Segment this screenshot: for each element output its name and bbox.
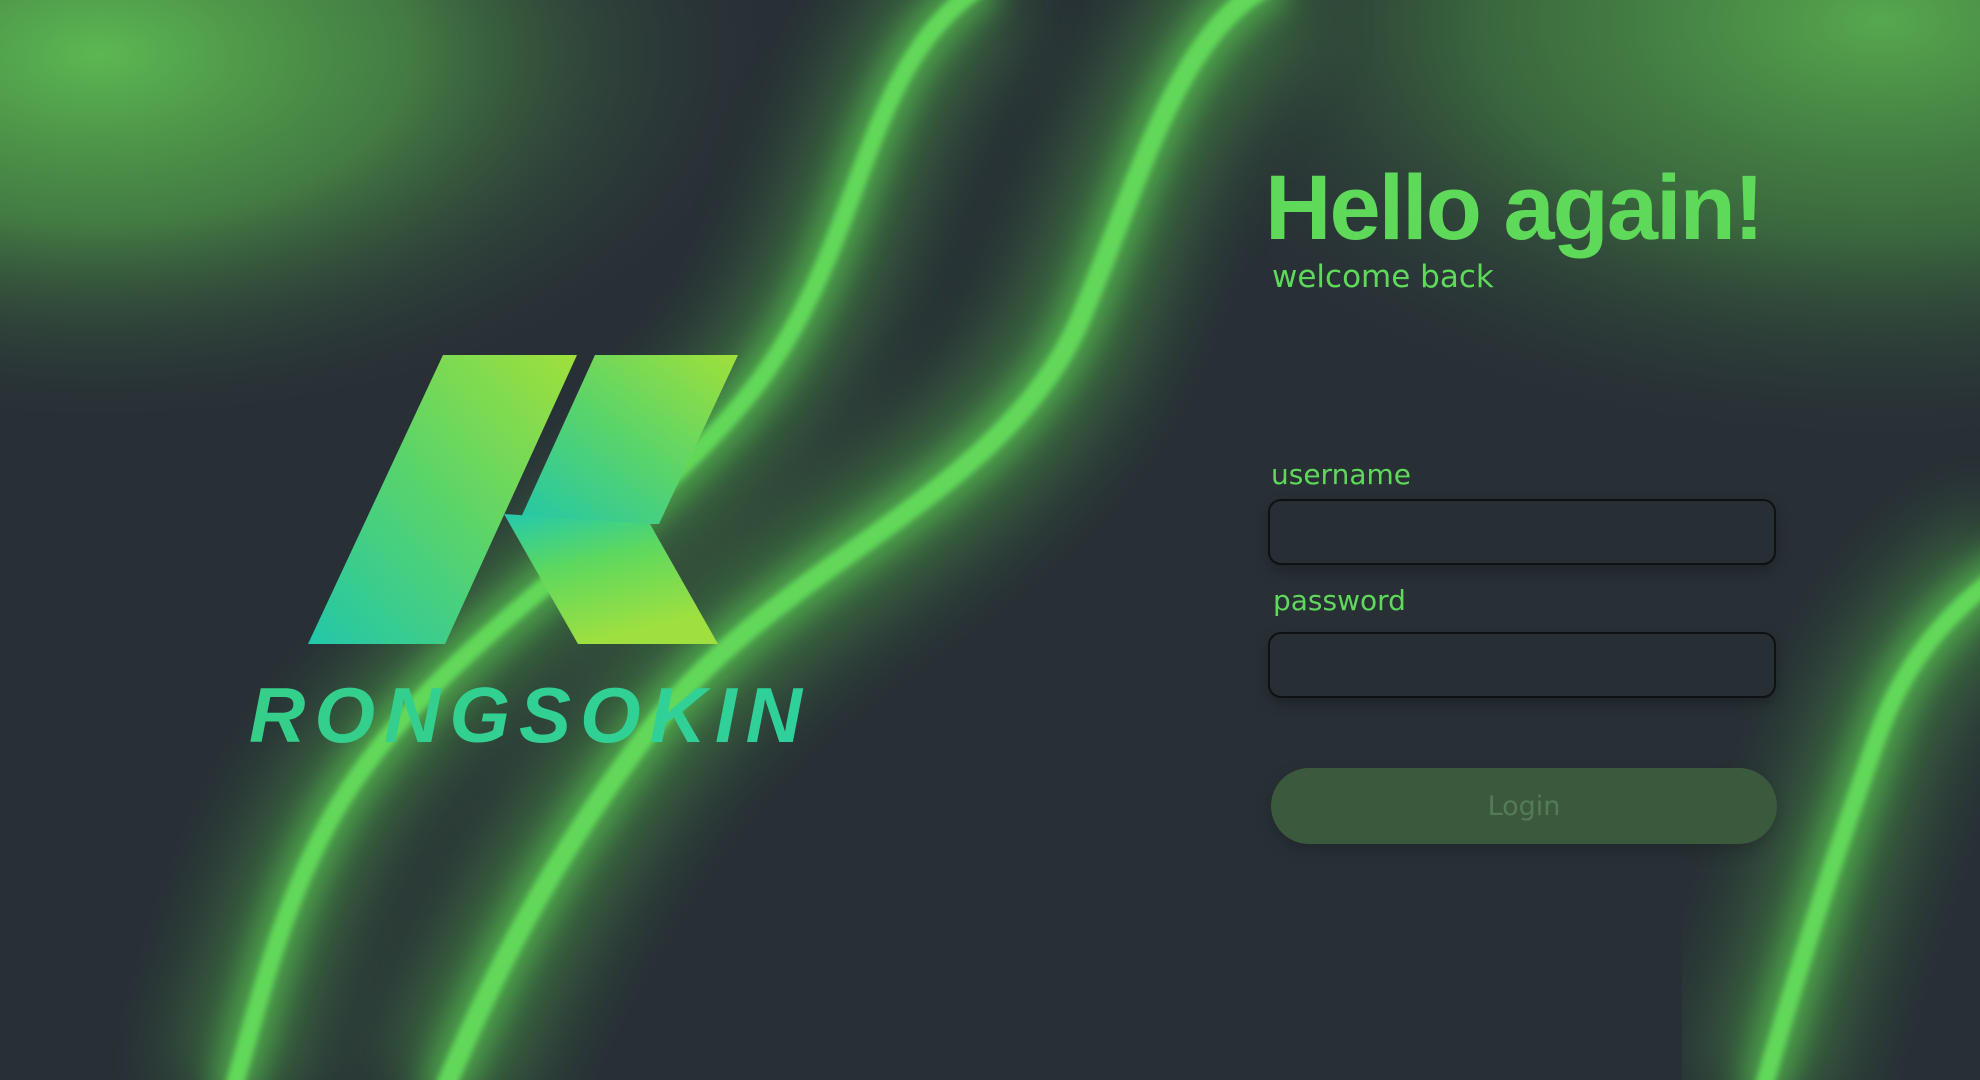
login-button[interactable]: Login: [1271, 768, 1777, 844]
login-page: RONGSOKIN Hello again! welcome back user…: [0, 0, 1980, 1080]
password-field[interactable]: [1268, 632, 1776, 698]
password-label: password: [1273, 584, 1406, 617]
username-label: username: [1271, 458, 1411, 491]
brand-wordmark: RONGSOKIN: [250, 671, 810, 759]
page-subtitle: welcome back: [1272, 259, 1494, 295]
username-field[interactable]: [1268, 499, 1776, 565]
brand-logo: RONGSOKIN: [250, 355, 810, 759]
logo-mark-leg: [504, 514, 718, 644]
page-title: Hello again!: [1265, 157, 1764, 259]
